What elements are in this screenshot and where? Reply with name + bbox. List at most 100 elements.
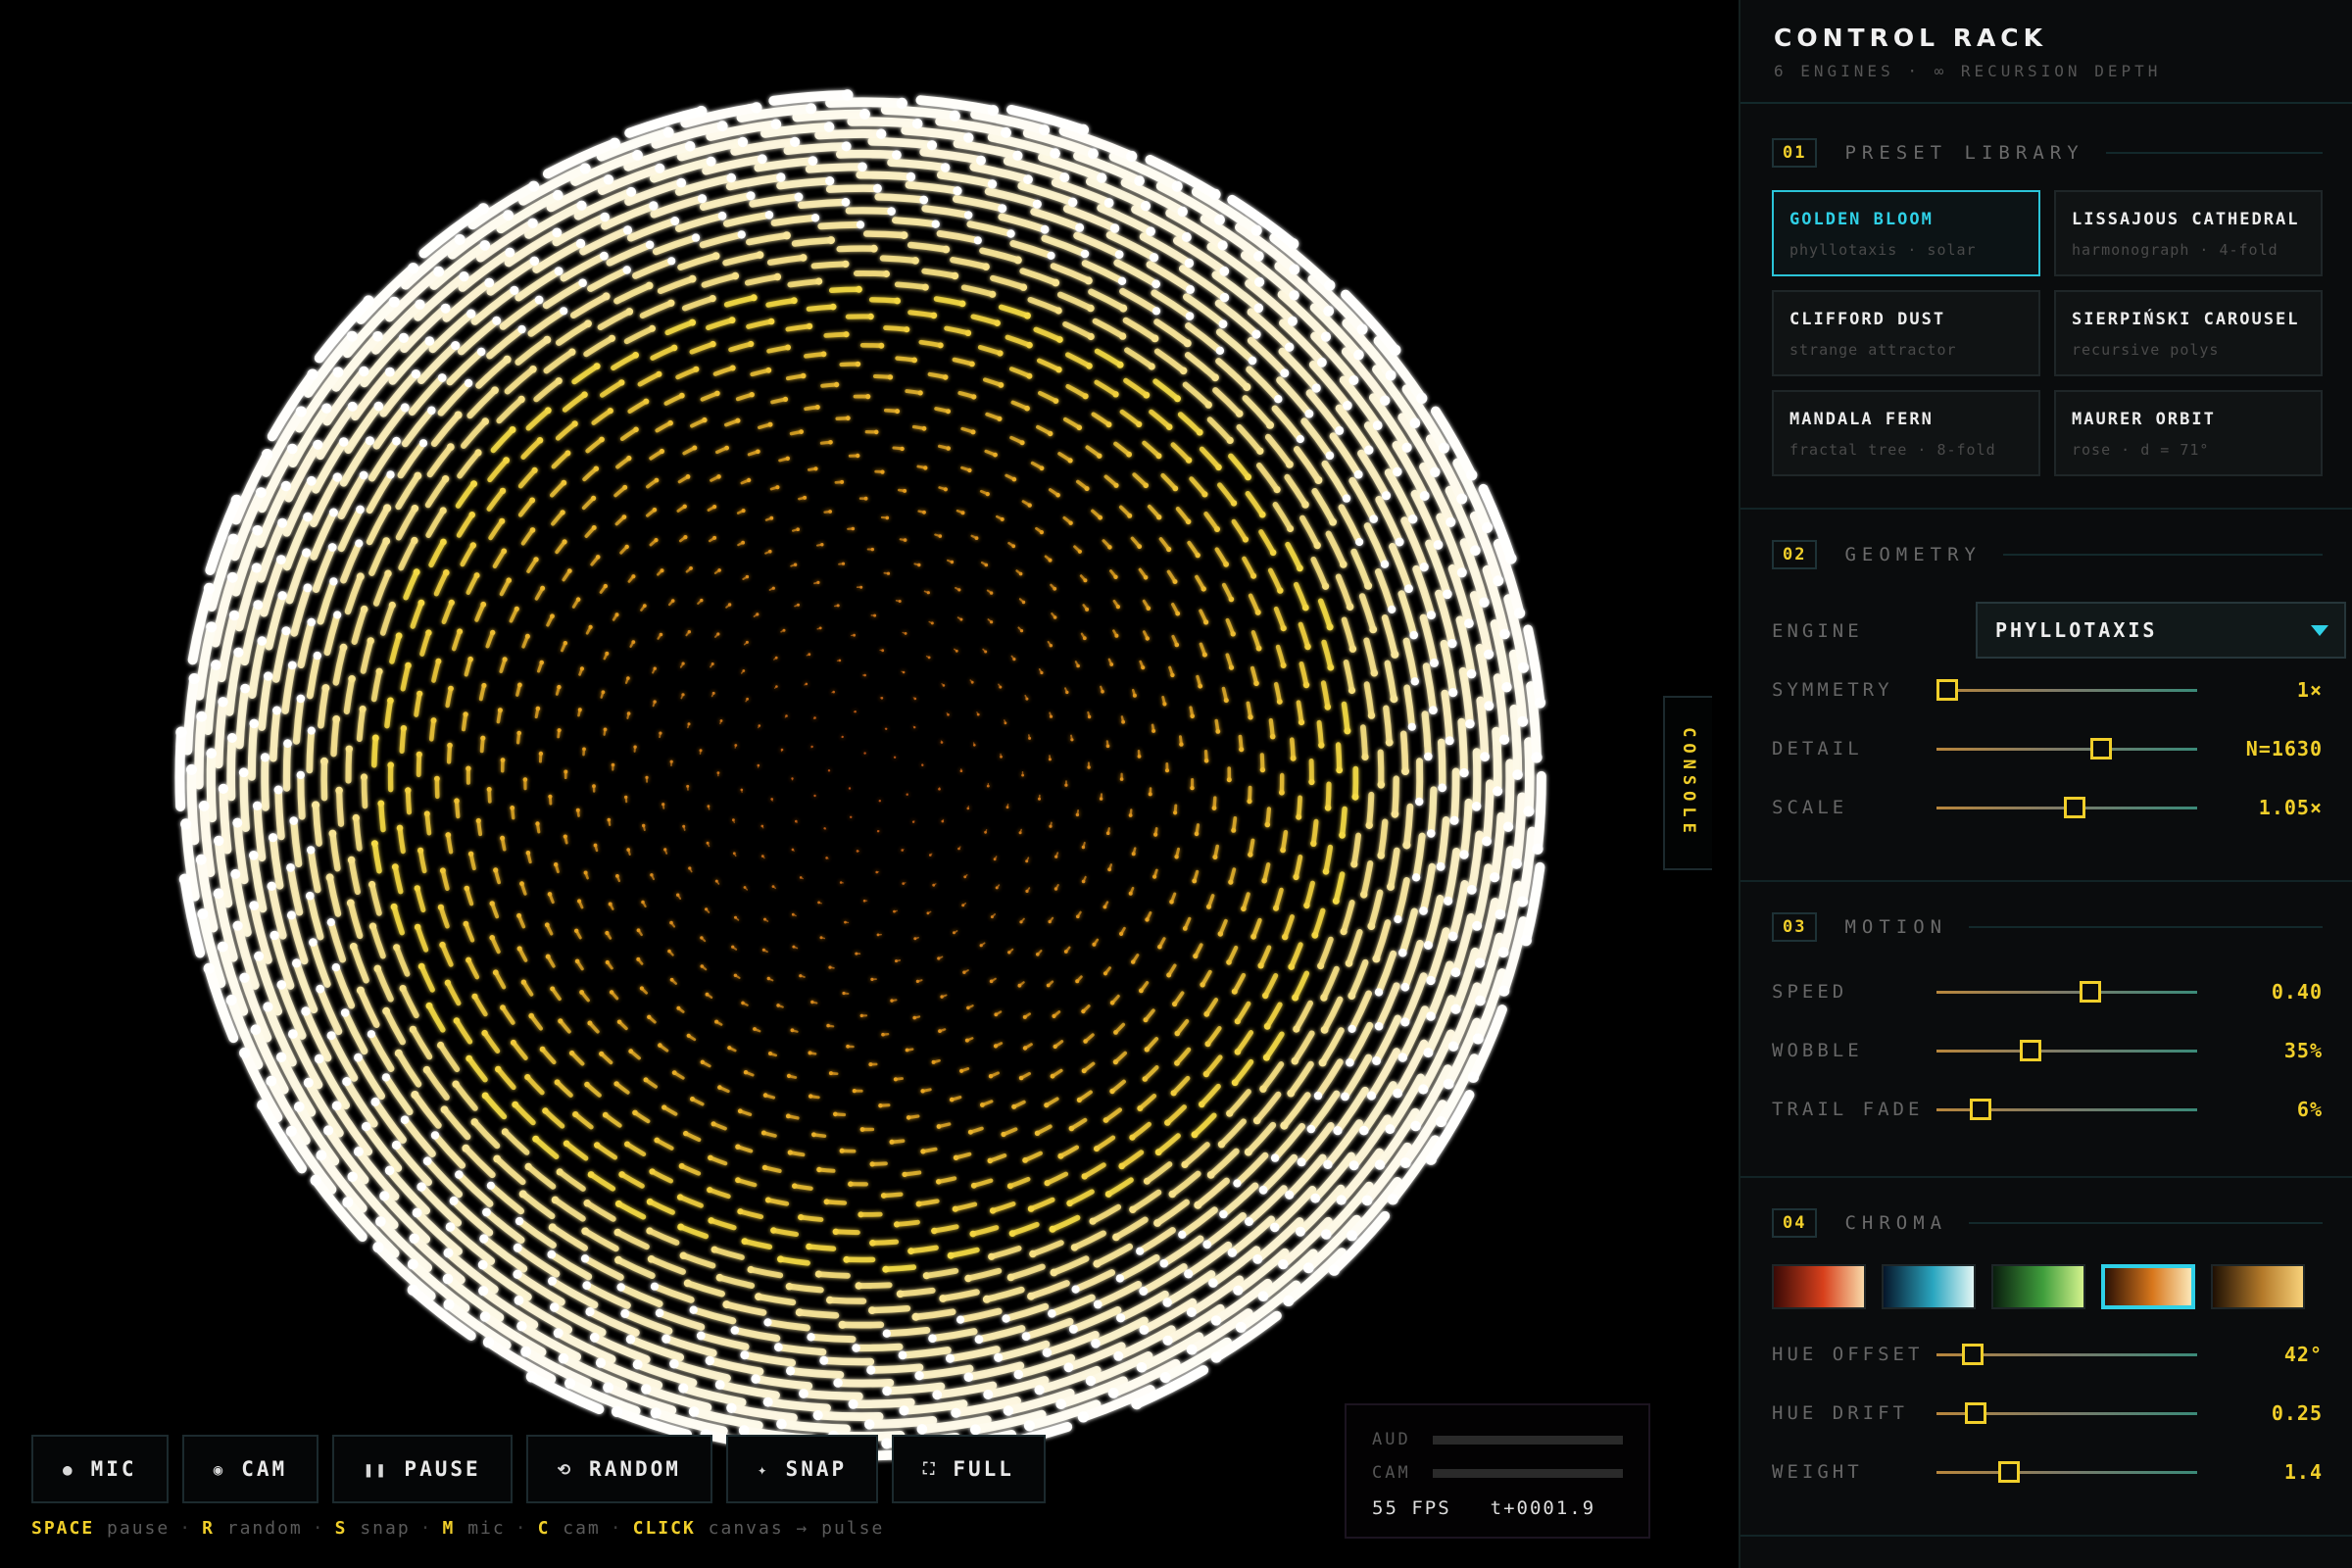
- palette-swatches: [1772, 1264, 2323, 1309]
- preset-desc: recursive polys: [2072, 341, 2220, 359]
- button-label: FULL: [953, 1457, 1014, 1481]
- button-label: PAUSE: [404, 1457, 481, 1481]
- preset-name: LISSAJOUS CATHEDRAL: [2072, 210, 2300, 229]
- slider-track[interactable]: [1936, 1343, 2197, 1365]
- aud-label: AUD: [1372, 1430, 1411, 1449]
- random-icon: ⟲: [557, 1459, 574, 1479]
- slider-track[interactable]: [1936, 796, 2197, 818]
- snap-button[interactable]: ✦ SNAP: [725, 1435, 879, 1503]
- slider-control: HUE DRIFT 0.25: [1772, 1384, 2323, 1443]
- slider-track[interactable]: [1936, 1401, 2197, 1424]
- hint-key: M: [442, 1518, 456, 1539]
- chroma-sliders: HUE OFFSET 42° HUE DRIFT 0.25 WEIGHT 1.4: [1772, 1325, 2323, 1501]
- slider-value: 0.25: [2271, 1401, 2323, 1425]
- slider-handle[interactable]: [1964, 1401, 1986, 1424]
- preset-desc: harmonograph · 4-fold: [2072, 241, 2278, 259]
- canvas-stage[interactable]: ● MIC ◉ CAM ❚❚ PAUSE ⟲ RANDOM ✦ SNAP ⛶ FULL SPACE p…: [0, 0, 1739, 1568]
- slider-control: WEIGHT 1.4: [1772, 1443, 2323, 1501]
- section-chroma: 04 CHROMA HUE OFFSET 42° HUE DRIFT 0.25 WEIGH…: [1740, 1178, 2352, 1537]
- button-label: CAM: [241, 1457, 288, 1481]
- slider-control: HUE OFFSET 42°: [1772, 1325, 2323, 1384]
- camera-icon: ◉: [213, 1459, 226, 1479]
- slider-control: SYMMETRY 1×: [1772, 661, 2323, 719]
- slider-handle[interactable]: [2079, 980, 2101, 1003]
- panel-title: CONTROL RACK: [1774, 24, 2048, 52]
- hint-desc: random: [226, 1518, 303, 1539]
- slider-control: SCALE 1.05×: [1772, 778, 2323, 837]
- dot-icon: ●: [63, 1459, 75, 1479]
- slider-handle[interactable]: [1970, 1098, 1992, 1120]
- slider-control: DETAIL N=1630: [1772, 719, 2323, 778]
- cam-level-bar: [1433, 1468, 1623, 1478]
- section-number: 04: [1772, 1208, 1818, 1238]
- slider-handle[interactable]: [1998, 1460, 2021, 1483]
- slider-handle[interactable]: [1962, 1343, 1984, 1365]
- preset-card[interactable]: MAURER ORBIT rose · d = 71°: [2054, 390, 2323, 476]
- keyboard-hints: SPACE pause · R random · S snap · M mic · C cam ·…: [31, 1518, 885, 1539]
- cam-button[interactable]: ◉ CAM: [181, 1435, 319, 1503]
- palette-swatch-gold[interactable]: [2211, 1264, 2305, 1309]
- hint-key: C: [537, 1518, 551, 1539]
- section-number: 01: [1772, 138, 1818, 168]
- palette-swatch-ember[interactable]: [1772, 1264, 1866, 1309]
- cam-label: CAM: [1372, 1463, 1411, 1483]
- fullscreen-icon: ⛶: [923, 1459, 938, 1478]
- preset-card[interactable]: GOLDEN BLOOM phyllotaxis · solar: [1772, 190, 2040, 276]
- hint-desc: snap: [360, 1518, 411, 1539]
- random-button[interactable]: ⟲ RANDOM: [525, 1435, 712, 1503]
- slider-value: 1×: [2296, 678, 2323, 702]
- hint-key: CLICK: [632, 1518, 696, 1539]
- preset-name: GOLDEN BLOOM: [1789, 210, 1934, 229]
- motion-sliders: SPEED 0.40 WOBBLE 35% TRAIL FADE 6%: [1772, 962, 2323, 1139]
- slider-control: SPEED 0.40: [1772, 962, 2323, 1021]
- slider-value: 6%: [2296, 1098, 2323, 1121]
- engine-control: ENGINE PHYLLOTAXIS: [1772, 602, 2346, 661]
- slider-value: 0.40: [2271, 980, 2323, 1004]
- slider-track[interactable]: [1936, 1460, 2197, 1483]
- slider-track[interactable]: [1936, 1098, 2197, 1120]
- control-panel: CONTROL RACK 6 ENGINES · ∞ RECURSION DEP…: [1739, 0, 2352, 1568]
- preset-card[interactable]: CLIFFORD DUST strange attractor: [1772, 290, 2040, 376]
- section-motion: 03 MOTION SPEED 0.40 WOBBLE 35% TRAIL FADE 6%: [1740, 882, 2352, 1178]
- button-label: SNAP: [785, 1457, 848, 1481]
- mic-button[interactable]: ● MIC: [31, 1435, 169, 1503]
- slider-label: SYMMETRY: [1772, 679, 1893, 701]
- console-tab[interactable]: CONSOLE: [1663, 696, 1712, 870]
- preset-card[interactable]: SIERPIŃSKI CAROUSEL recursive polys: [2054, 290, 2323, 376]
- section-title: GEOMETRY: [1844, 544, 1982, 565]
- button-label: MIC: [90, 1457, 137, 1481]
- hint-key: S: [334, 1518, 348, 1539]
- slider-value: N=1630: [2245, 737, 2323, 760]
- slider-value: 42°: [2283, 1343, 2323, 1366]
- hint-desc: canvas → pulse: [708, 1518, 885, 1539]
- section-title: MOTION: [1844, 916, 1948, 938]
- slider-track[interactable]: [1936, 678, 2197, 701]
- preset-card[interactable]: MANDALA FERN fractal tree · 8-fold: [1772, 390, 2040, 476]
- phyllotaxis-pattern: [174, 89, 1546, 1468]
- visualization-canvas[interactable]: [0, 0, 1739, 1568]
- sparkle-icon: ✦: [757, 1459, 770, 1479]
- console-label: CONSOLE: [1679, 727, 1698, 839]
- slider-handle[interactable]: [2089, 737, 2112, 760]
- engine-value: PHYLLOTAXIS: [1995, 618, 2158, 642]
- slider-handle[interactable]: [1936, 678, 1958, 701]
- slider-value: 1.05×: [2258, 796, 2323, 819]
- slider-track[interactable]: [1936, 737, 2197, 760]
- pause-button[interactable]: ❚❚ PAUSE: [332, 1435, 513, 1503]
- full-button[interactable]: ⛶ FULL: [892, 1435, 1046, 1503]
- time-readout: t+0001.9: [1490, 1497, 1596, 1519]
- preset-card[interactable]: LISSAJOUS CATHEDRAL harmonograph · 4-fold: [2054, 190, 2323, 276]
- button-label: RANDOM: [589, 1457, 681, 1481]
- hint-desc: pause: [107, 1518, 171, 1539]
- engine-select[interactable]: PHYLLOTAXIS: [1976, 602, 2346, 659]
- panel-subtitle: 6 ENGINES · ∞ RECURSION DEPTH: [1774, 62, 2162, 80]
- slider-handle[interactable]: [2063, 796, 2085, 818]
- palette-swatch-ocean[interactable]: [1882, 1264, 1976, 1309]
- slider-handle[interactable]: [2019, 1039, 2041, 1061]
- palette-swatch-solar[interactable]: [2101, 1264, 2195, 1309]
- palette-swatch-forest[interactable]: [1991, 1264, 2085, 1309]
- slider-track[interactable]: [1936, 1039, 2197, 1061]
- slider-control: TRAIL FADE 6%: [1772, 1080, 2323, 1139]
- preset-desc: rose · d = 71°: [2072, 441, 2210, 459]
- slider-track[interactable]: [1936, 980, 2197, 1003]
